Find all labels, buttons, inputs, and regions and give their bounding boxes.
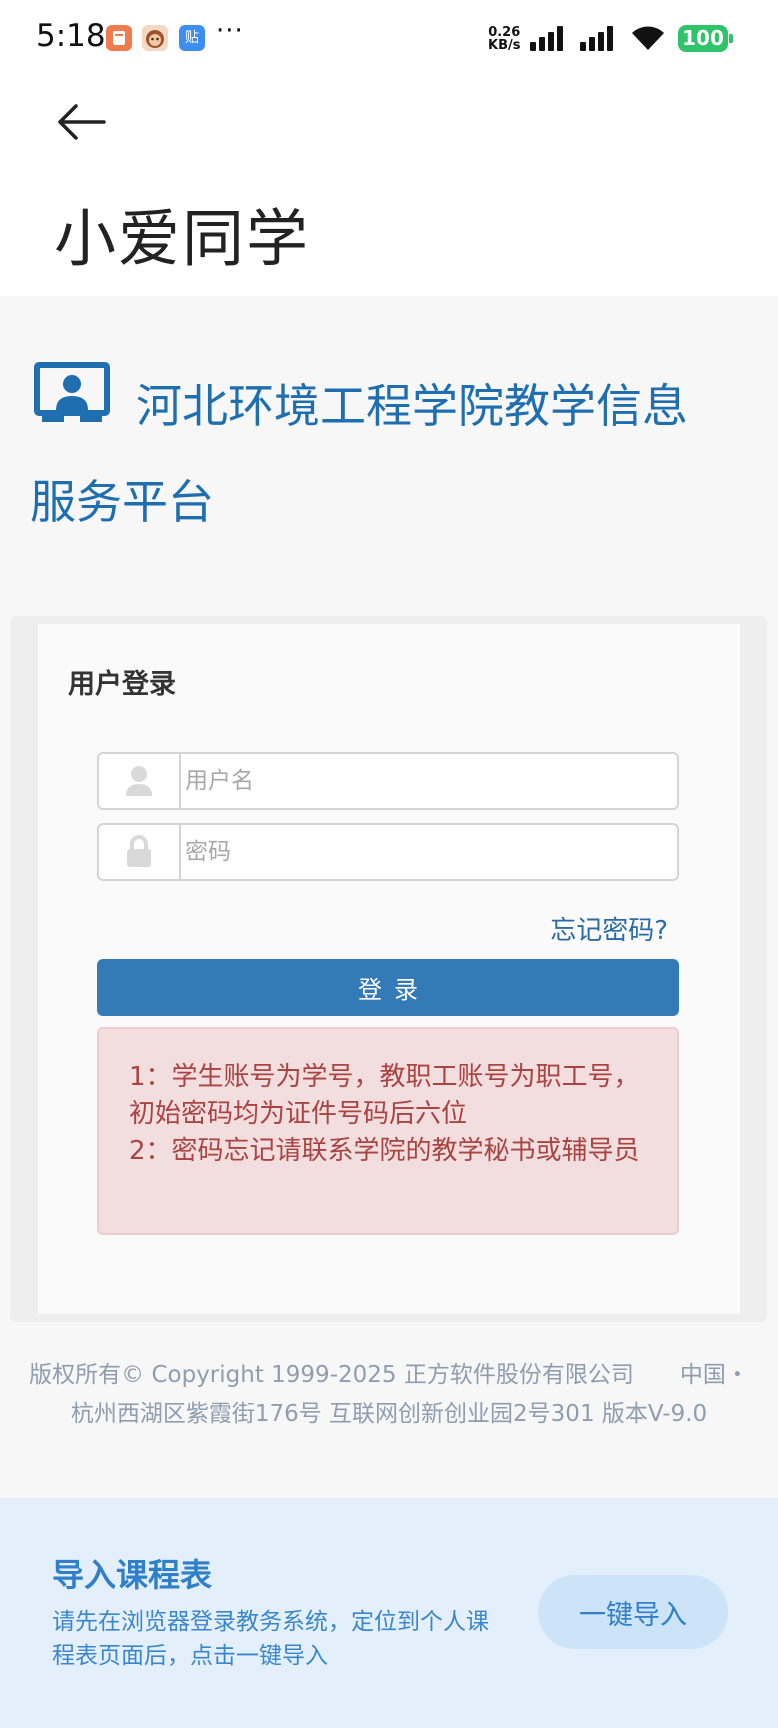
wifi-icon xyxy=(632,26,664,50)
notes-app-icon xyxy=(106,25,132,51)
username-field xyxy=(97,752,679,810)
username-input[interactable] xyxy=(181,754,679,808)
battery-icon: 100 xyxy=(678,25,728,52)
copyright-footer: 版权所有© Copyright 1999-2025 正方软件股份有限公司 中国・… xyxy=(0,1356,778,1434)
status-bar: 5:18 贴 ··· 0.26 KB/s 100 xyxy=(0,0,778,80)
lock-icon xyxy=(99,825,181,879)
battery-tip xyxy=(729,34,733,43)
page-title: 小爱同学 xyxy=(54,202,311,275)
signal-icon xyxy=(530,26,563,51)
network-speed: 0.26 KB/s xyxy=(488,25,521,53)
notice-line-1: 1：学生账号为学号，教职工账号为职工号，初始密码均为证件号码后六位 xyxy=(129,1062,640,1129)
import-description: 请先在浏览器登录教务系统，定位到个人课程表页面后，点击一键导入 xyxy=(52,1609,489,1669)
login-notice: 1：学生账号为学号，教职工账号为职工号，初始密码均为证件号码后六位 2：密码忘记… xyxy=(97,1027,679,1235)
back-button[interactable] xyxy=(54,100,108,144)
user-icon xyxy=(99,754,181,808)
signal-icon xyxy=(580,26,613,51)
forgot-password-link[interactable]: 忘记密码? xyxy=(550,910,668,947)
login-heading: 用户登录 xyxy=(68,669,176,700)
site-title: 河北环境工程学院教学信息 服务平台 xyxy=(30,358,750,550)
monkey-app-icon xyxy=(142,25,168,51)
login-button[interactable]: 登录 xyxy=(97,959,679,1016)
one-click-import-button[interactable]: 一键导入 xyxy=(538,1575,728,1649)
site-title-line2: 服务平台 xyxy=(30,475,214,529)
footer-line-1: 版权所有© Copyright 1999-2025 正方软件股份有限公司 中国・ xyxy=(29,1362,749,1388)
password-input[interactable] xyxy=(181,825,679,879)
site-title-line1: 河北环境工程学院教学信息 xyxy=(136,379,688,433)
tieba-app-icon: 贴 xyxy=(179,25,205,51)
more-notifications-icon: ··· xyxy=(216,16,244,46)
footer-line-2: 杭州西湖区紫霞街176号 互联网创新创业园2号301 版本V-9.0 xyxy=(70,1401,708,1427)
notice-line-2: 2：密码忘记请联系学院的教学秘书或辅导员 xyxy=(129,1136,640,1166)
password-field xyxy=(97,823,679,881)
back-arrow-icon xyxy=(58,104,106,140)
status-time: 5:18 xyxy=(36,18,106,54)
import-title: 导入课程表 xyxy=(52,1556,213,1594)
